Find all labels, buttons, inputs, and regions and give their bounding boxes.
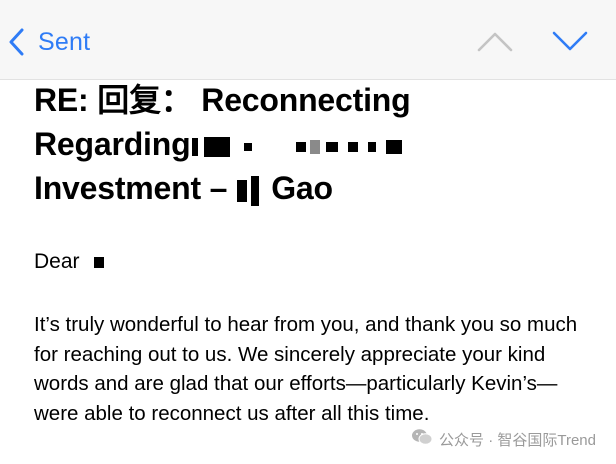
subject-text-3b: Gao — [271, 170, 333, 206]
previous-message-button[interactable] — [477, 30, 513, 52]
chevron-left-icon — [8, 28, 24, 56]
subject-text-3a: Investment – — [34, 170, 228, 206]
next-message-button[interactable] — [552, 30, 588, 52]
redaction-block — [326, 141, 339, 152]
redaction-block — [251, 175, 260, 206]
redaction-block — [296, 141, 307, 152]
subject-text-1: RE: 回复： Reconnecting — [34, 82, 411, 118]
redaction-block — [93, 256, 104, 268]
navigation-bar: Sent — [0, 0, 616, 80]
chevron-down-icon — [552, 30, 588, 52]
greeting-line: Dear — [34, 248, 104, 276]
redaction-block — [368, 141, 377, 152]
back-button[interactable]: Sent — [8, 22, 90, 62]
watermark: 公众号 · 智谷国际Trend — [411, 428, 596, 450]
redaction-block — [204, 136, 231, 157]
redaction-block — [244, 142, 253, 151]
redaction-block — [348, 141, 359, 152]
email-subject: RE: 回复： Reconnecting Regarding Investmen… — [34, 78, 594, 210]
back-label: Sent — [38, 27, 91, 56]
watermark-text: 公众号 · 智谷国际Trend — [439, 431, 596, 449]
redaction-block — [310, 139, 321, 154]
subject-line-1: RE: 回复： Reconnecting — [34, 78, 594, 122]
redaction-block — [192, 137, 199, 156]
redaction-block — [237, 179, 248, 202]
email-body: It’s truly wonderful to hear from you, a… — [34, 313, 578, 425]
wechat-icon — [411, 428, 439, 450]
greeting-text: Dear — [34, 250, 80, 273]
subject-text-2: Regarding — [34, 126, 191, 162]
chevron-up-icon — [477, 30, 513, 52]
subject-line-2: Regarding — [34, 122, 594, 166]
redaction-block — [386, 139, 403, 154]
subject-line-3: Investment – Gao — [34, 166, 594, 210]
